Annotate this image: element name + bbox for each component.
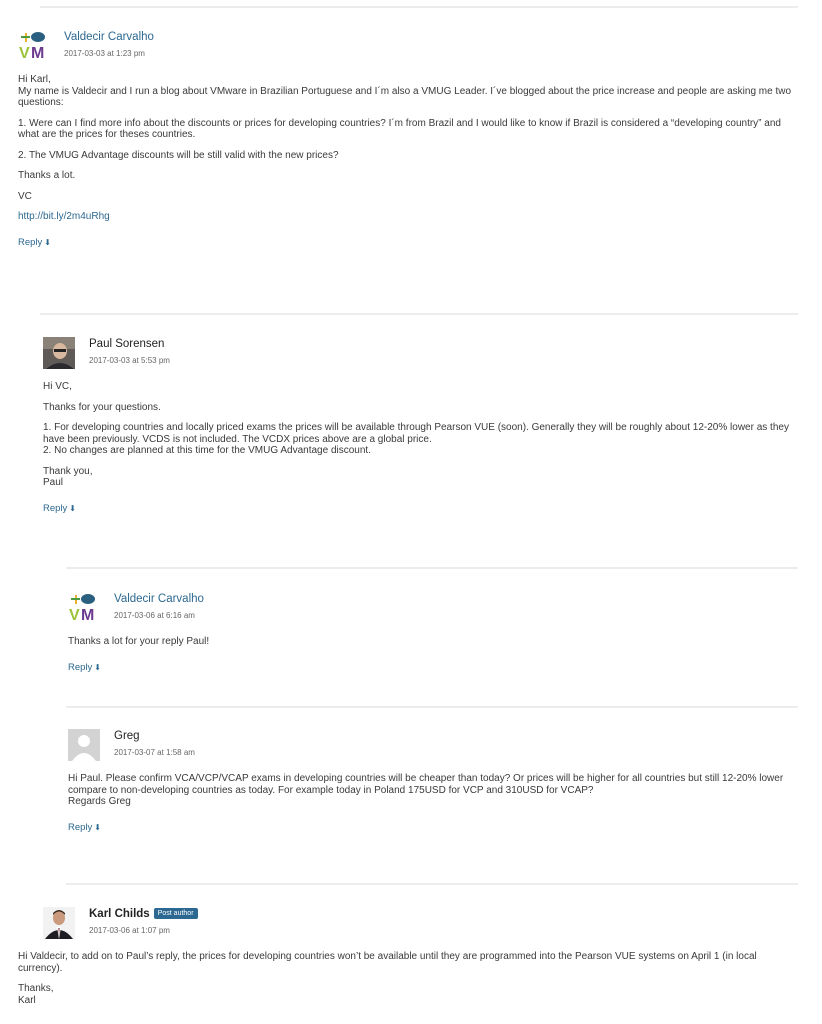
- comment-date[interactable]: 2017-03-07 at 1:58 am: [114, 748, 195, 757]
- comment-paragraph: VC: [18, 190, 32, 202]
- comment-link[interactable]: http://bit.ly/2m4uRhg: [18, 211, 110, 222]
- karl-childs-avatar: [43, 907, 75, 939]
- comment-author-link[interactable]: Paul Sorensen: [89, 338, 164, 350]
- post-author-badge: Post author: [153, 908, 198, 919]
- comment-paragraph: Thanks a lot for your reply Paul!: [68, 636, 210, 647]
- down-arrow-icon: ⬇: [94, 822, 101, 832]
- comment: Karl Childs Post author 2017-03-06 at 1:0…: [18, 907, 803, 1015]
- comment-paragraph: Thanks for your questions.: [43, 401, 161, 413]
- comment-divider: [66, 883, 798, 885]
- comment-divider: [40, 6, 798, 8]
- comment-date[interactable]: 2017-03-06 at 1:07 pm: [89, 926, 170, 935]
- down-arrow-icon: ⬇: [94, 662, 101, 672]
- comment: Greg 2017-03-07 at 1:58 am Hi Paul. Plea…: [68, 729, 798, 835]
- reply-link[interactable]: Reply ⬇: [68, 822, 101, 833]
- vm-logo-avatar: V M: [68, 592, 100, 624]
- comment-date[interactable]: 2017-03-06 at 6:16 am: [114, 611, 195, 620]
- comment-author-link[interactable]: Greg: [114, 730, 140, 742]
- comments-section: V M Valdecir Carvalho 2017-03-03 at 1:23…: [0, 0, 822, 1024]
- comment-author-link[interactable]: Valdecir Carvalho: [114, 593, 204, 605]
- vm-logo-avatar: V M: [18, 30, 50, 62]
- comment-author-link[interactable]: Karl Childs Post author: [89, 908, 198, 920]
- comment-divider: [66, 706, 798, 708]
- svg-text:V: V: [19, 45, 30, 62]
- comment-divider: [40, 313, 798, 315]
- comment: Paul Sorensen 2017-03-03 at 5:53 pm Hi V…: [43, 337, 798, 516]
- comment-divider: [66, 567, 798, 569]
- comment-date[interactable]: 2017-03-03 at 1:23 pm: [64, 49, 145, 58]
- svg-text:M: M: [81, 607, 94, 624]
- comment-paragraph: Thanks, Karl: [18, 983, 54, 1006]
- comment-paragraph: Hi Valdecir, to add on to Paul’s reply, …: [18, 951, 757, 974]
- down-arrow-icon: ⬇: [44, 237, 51, 247]
- default-person-avatar: [68, 729, 100, 761]
- reply-link[interactable]: Reply ⬇: [68, 662, 101, 673]
- reply-link[interactable]: Reply ⬇: [18, 237, 51, 248]
- comment-paragraph: Hi VC,: [43, 381, 72, 392]
- reply-link[interactable]: Reply ⬇: [43, 503, 76, 514]
- comment-paragraph: Hi Paul. Please confirm VCA/VCP/VCAP exa…: [68, 773, 784, 807]
- comment-author-link[interactable]: Valdecir Carvalho: [64, 31, 154, 43]
- comment-date[interactable]: 2017-03-03 at 5:53 pm: [89, 356, 170, 365]
- reply-label: Reply: [18, 236, 43, 248]
- down-arrow-icon: ⬇: [69, 503, 76, 513]
- reply-label: Reply: [43, 502, 68, 514]
- reply-label: Reply: [68, 661, 93, 673]
- comment-body: Hi Karl, My name is Valdecir and I run a…: [18, 74, 798, 223]
- comment-paragraph: Thanks a lot.: [18, 170, 76, 181]
- comment-body: Hi Paul. Please confirm VCA/VCP/VCAP exa…: [68, 773, 798, 808]
- svg-text:M: M: [31, 45, 44, 62]
- comment-body: Hi VC, Thanks for your questions. 1. For…: [43, 381, 798, 489]
- comment: V M Valdecir Carvalho 2017-03-06 at 6:16…: [68, 592, 798, 675]
- comment-paragraph: Hi Karl, My name is Valdecir and I run a…: [18, 74, 792, 108]
- svg-text:V: V: [69, 607, 80, 624]
- paul-sorensen-avatar: [43, 337, 75, 369]
- reply-label: Reply: [68, 821, 93, 833]
- comment-paragraph: 1. For developing countries and locally …: [43, 422, 789, 456]
- comment: V M Valdecir Carvalho 2017-03-03 at 1:23…: [18, 30, 798, 250]
- comment-paragraph: 2. The VMUG Advantage discounts will be …: [18, 149, 339, 161]
- author-name: Karl Childs: [89, 908, 150, 920]
- comment-body: Thanks a lot for your reply Paul!: [68, 636, 798, 648]
- comment-paragraph: Thank you, Paul: [43, 465, 93, 489]
- comment-body: Hi Valdecir, to add on to Paul’s reply, …: [18, 951, 803, 1006]
- comment-paragraph: 1. Were can I find more info about the d…: [18, 117, 781, 141]
